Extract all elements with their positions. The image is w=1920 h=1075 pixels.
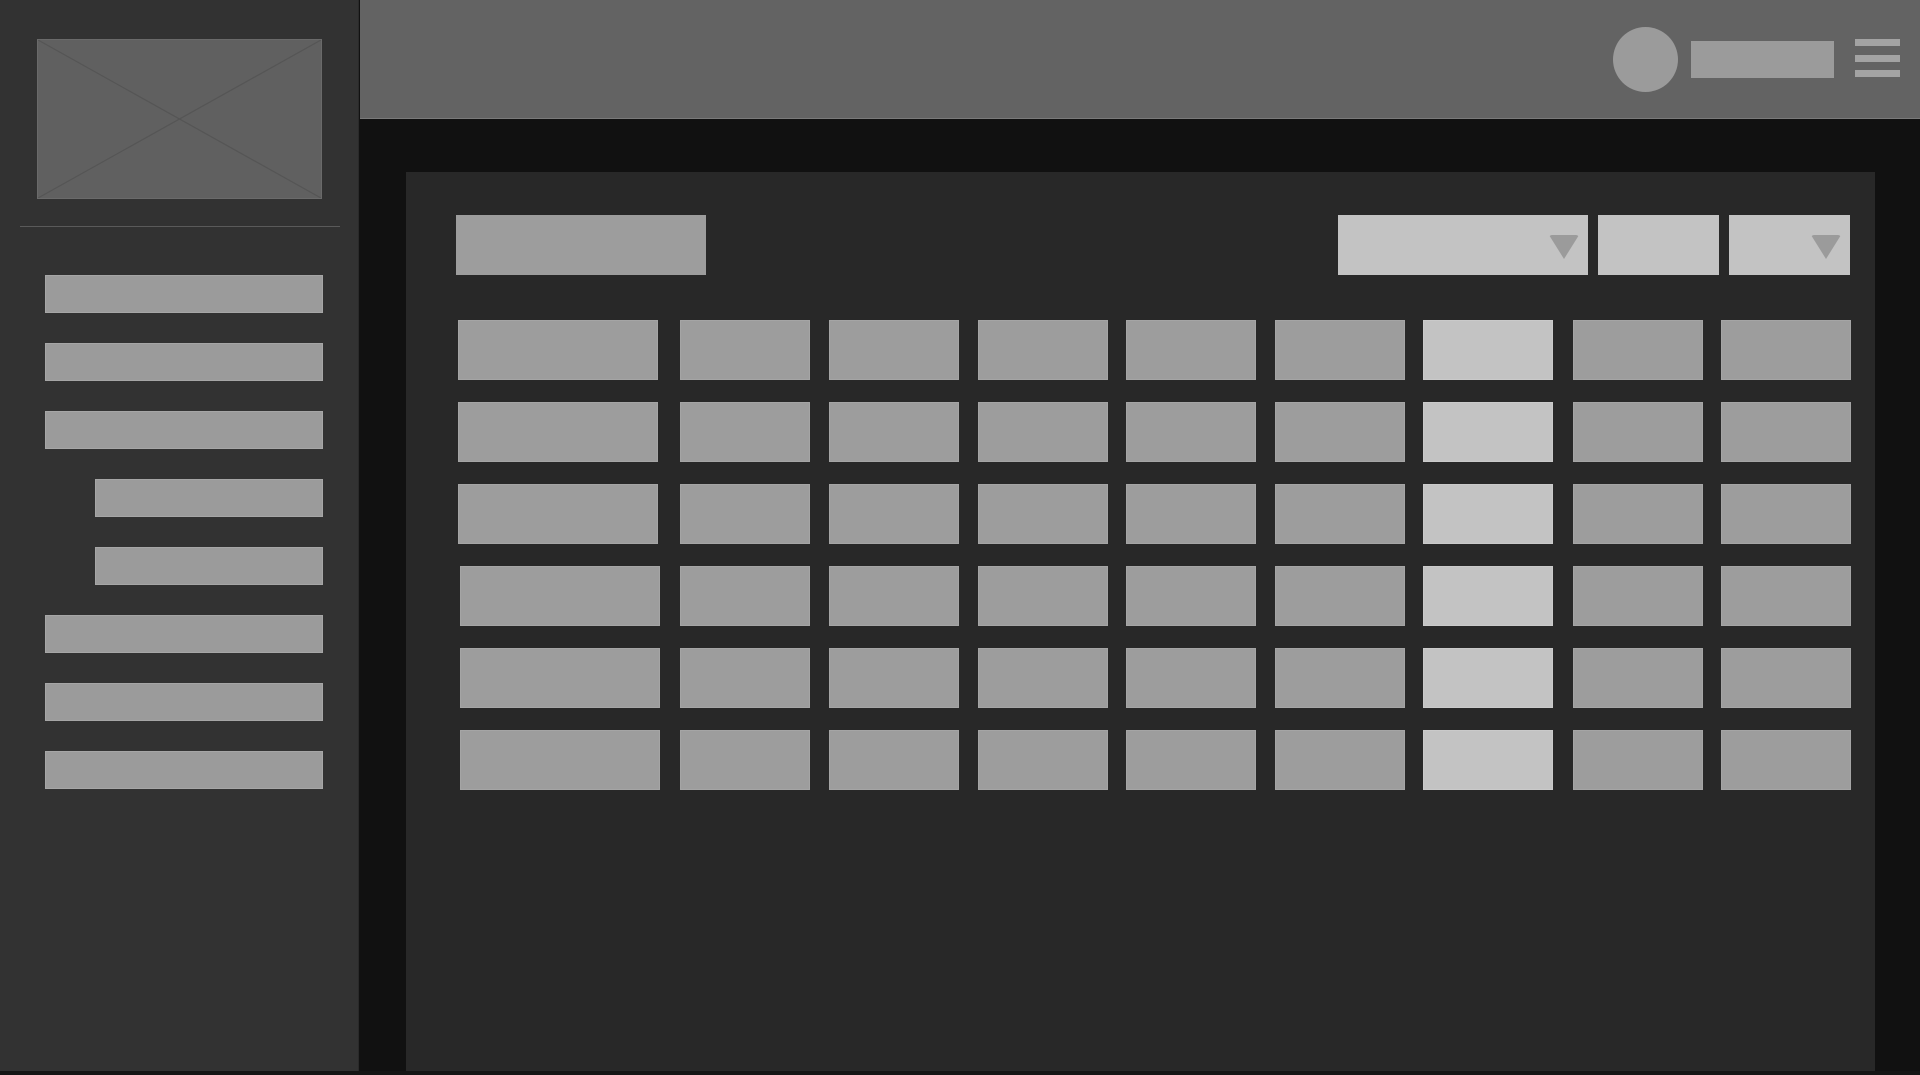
table-cell[interactable] xyxy=(829,730,959,790)
table-cell[interactable] xyxy=(1573,566,1703,626)
table-cell[interactable] xyxy=(680,730,810,790)
table-cell[interactable] xyxy=(1573,320,1703,380)
table-cell[interactable] xyxy=(1275,648,1405,708)
sidebar-item-4[interactable] xyxy=(45,615,323,653)
table-cell[interactable] xyxy=(1721,402,1851,462)
filter-select[interactable] xyxy=(1338,215,1588,275)
table-cell[interactable] xyxy=(1573,730,1703,790)
table-cell[interactable] xyxy=(1423,730,1553,790)
table-cell[interactable] xyxy=(1423,648,1553,708)
table-cell[interactable] xyxy=(1721,484,1851,544)
table-cell[interactable] xyxy=(829,648,959,708)
top-header xyxy=(360,0,1920,119)
sidebar-subitem-2[interactable] xyxy=(95,547,323,585)
table-cell[interactable] xyxy=(1573,648,1703,708)
table-cell[interactable] xyxy=(978,730,1108,790)
table-cell[interactable] xyxy=(458,320,658,380)
table-cell[interactable] xyxy=(680,402,810,462)
table-cell[interactable] xyxy=(1721,648,1851,708)
table-cell[interactable] xyxy=(1275,402,1405,462)
table-cell[interactable] xyxy=(680,566,810,626)
table-cell[interactable] xyxy=(829,402,959,462)
options-select[interactable] xyxy=(1729,215,1850,275)
table-cell[interactable] xyxy=(680,484,810,544)
table-cell[interactable] xyxy=(1126,648,1256,708)
user-name[interactable] xyxy=(1691,41,1834,78)
table-cell[interactable] xyxy=(680,320,810,380)
hamburger-menu-icon[interactable] xyxy=(1855,39,1900,79)
table-cell[interactable] xyxy=(1423,402,1553,462)
table-cell[interactable] xyxy=(1126,730,1256,790)
table-cell[interactable] xyxy=(1275,484,1405,544)
table-cell[interactable] xyxy=(1275,566,1405,626)
table-cell[interactable] xyxy=(829,320,959,380)
sidebar-item-3[interactable] xyxy=(45,411,323,449)
table-cell[interactable] xyxy=(978,320,1108,380)
table-cell[interactable] xyxy=(978,402,1108,462)
table-cell[interactable] xyxy=(1721,320,1851,380)
table-cell[interactable] xyxy=(1423,320,1553,380)
sidebar-subitem-1[interactable] xyxy=(95,479,323,517)
bottom-edge xyxy=(0,1071,1920,1075)
sidebar-item-2[interactable] xyxy=(45,343,323,381)
table-cell[interactable] xyxy=(1126,320,1256,380)
table-cell[interactable] xyxy=(460,648,660,708)
sidebar-item-6[interactable] xyxy=(45,751,323,789)
table-cell[interactable] xyxy=(1423,566,1553,626)
table-cell[interactable] xyxy=(458,484,658,544)
table-cell[interactable] xyxy=(1573,484,1703,544)
sidebar xyxy=(0,0,359,1071)
table-cell[interactable] xyxy=(978,566,1108,626)
action-button[interactable] xyxy=(1598,215,1719,275)
table-cell[interactable] xyxy=(1721,566,1851,626)
table-cell[interactable] xyxy=(829,566,959,626)
table-cell[interactable] xyxy=(1126,566,1256,626)
sidebar-item-5[interactable] xyxy=(45,683,323,721)
chevron-down-icon xyxy=(1549,235,1579,259)
table-cell[interactable] xyxy=(1423,484,1553,544)
table-cell[interactable] xyxy=(1573,402,1703,462)
table-cell[interactable] xyxy=(978,648,1108,708)
table-cell[interactable] xyxy=(978,484,1108,544)
image-placeholder-icon xyxy=(38,40,321,198)
table-cell[interactable] xyxy=(1721,730,1851,790)
table-cell[interactable] xyxy=(1126,484,1256,544)
table-cell[interactable] xyxy=(1126,402,1256,462)
table-cell[interactable] xyxy=(1275,730,1405,790)
table-cell[interactable] xyxy=(460,566,660,626)
page-title xyxy=(456,215,706,275)
logo-image-placeholder-icon xyxy=(37,39,322,199)
chevron-down-icon xyxy=(1811,235,1841,259)
table-cell[interactable] xyxy=(1275,320,1405,380)
table-cell[interactable] xyxy=(829,484,959,544)
user-avatar-icon[interactable] xyxy=(1613,27,1678,92)
sidebar-item-1[interactable] xyxy=(45,275,323,313)
table-cell[interactable] xyxy=(680,648,810,708)
sidebar-divider xyxy=(20,226,340,227)
table-cell[interactable] xyxy=(460,730,660,790)
table-cell[interactable] xyxy=(458,402,658,462)
